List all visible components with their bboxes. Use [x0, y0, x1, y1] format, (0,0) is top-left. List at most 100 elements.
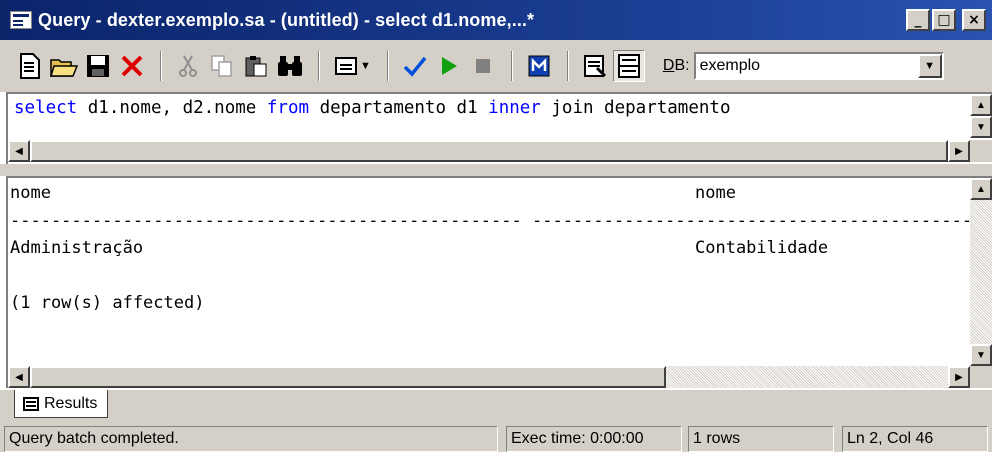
separator: ----------------------------------------… [531, 210, 992, 231]
toolbar-separator [318, 51, 320, 81]
toolbar-separator [386, 51, 389, 81]
results-tab-bar: Results [0, 390, 992, 422]
separator: ----------------------------------------… [10, 210, 532, 231]
arrow-right-icon: ▶ [955, 371, 963, 383]
tab-label: Results [44, 394, 98, 412]
toolbar-separator [510, 51, 513, 81]
cut-button[interactable] [172, 50, 204, 82]
find-icon [278, 56, 302, 76]
scroll-left-button[interactable]: ◀ [8, 366, 30, 388]
arrow-up-icon: ▲ [976, 183, 986, 195]
scrollbar-track[interactable] [970, 200, 992, 344]
sql-line: select d1.nome, d2.nome from departament… [14, 98, 731, 118]
editor-vertical-scrollbar[interactable]: ▲ ▼ [970, 94, 992, 138]
status-cursor-position: Ln 2, Col 46 [842, 426, 988, 452]
database-dropdown-button[interactable]: ▼ [917, 54, 942, 78]
maximize-button[interactable]: □ [932, 9, 956, 31]
window-controls: _ □ × [906, 9, 986, 31]
tab-results[interactable]: Results [14, 390, 109, 418]
editor-horizontal-scrollbar[interactable]: ◀ ▶ [8, 140, 970, 162]
scrollbar-thumb[interactable] [30, 140, 948, 162]
close-button[interactable]: × [962, 9, 986, 31]
cut-icon [179, 55, 197, 77]
stop-icon [475, 59, 490, 73]
window-title: Query - dexter.exemplo.sa - (untitled) -… [38, 9, 535, 30]
scrollbar-track[interactable] [666, 366, 948, 388]
scrollbar-corner [970, 366, 992, 388]
delete-button[interactable] [116, 50, 148, 82]
sql-text: d1.nome, d2.nome [77, 98, 267, 118]
cell: Administração [10, 238, 144, 258]
results-horizontal-scrollbar[interactable]: ◀ ▶ [8, 366, 970, 388]
database-label-accelerator: D [662, 57, 675, 74]
copy-icon [211, 55, 232, 77]
rows-affected-text: (1 row(s) affected) [10, 293, 205, 313]
scroll-right-button[interactable]: ▶ [948, 366, 970, 388]
results-pane[interactable]: nome nome --------------------------------… [6, 176, 992, 388]
status-exec-time: Exec time: 0:00:00 [506, 426, 682, 452]
results-mode-button[interactable] [330, 50, 362, 82]
scroll-down-button[interactable]: ▼ [970, 344, 992, 366]
properties-icon [583, 55, 606, 78]
results-pane-toggle[interactable] [612, 50, 645, 82]
title-bar: Query - dexter.exemplo.sa - (untitled) -… [0, 0, 992, 40]
database-select[interactable]: exemplo ▼ [693, 52, 944, 80]
sql-text: departamento d1 [309, 98, 489, 118]
cell: Contabilidade [695, 238, 829, 258]
scroll-up-button[interactable]: ▲ [970, 94, 992, 116]
arrow-left-icon: ◀ [15, 371, 23, 383]
parse-check-icon [403, 56, 427, 77]
find-button[interactable] [274, 50, 306, 82]
results-header-row: nome nome [10, 180, 992, 208]
new-query-button[interactable] [14, 50, 46, 82]
query-window-icon [10, 11, 32, 29]
scroll-down-button[interactable]: ▼ [970, 116, 992, 138]
pane-splitter[interactable] [0, 164, 992, 176]
open-folder-icon [50, 59, 78, 77]
toolbar-separator [566, 51, 569, 81]
properties-button[interactable] [579, 50, 611, 82]
results-mode-icon [335, 57, 357, 75]
parse-button[interactable] [399, 50, 431, 82]
delete-icon [121, 55, 143, 77]
status-row-count: 1 rows [688, 426, 834, 452]
minimize-button[interactable]: _ [906, 9, 930, 31]
stop-button[interactable] [467, 50, 499, 82]
scroll-up-button[interactable]: ▲ [970, 178, 992, 200]
sql-text: join departamento [540, 98, 731, 118]
open-button[interactable] [48, 50, 80, 82]
save-button[interactable] [82, 50, 114, 82]
results-grid: nome nome --------------------------------… [10, 180, 992, 318]
copy-button[interactable] [206, 50, 238, 82]
results-grid-icon [23, 396, 39, 411]
execute-button[interactable] [433, 50, 465, 82]
database-select-value: exemplo [699, 57, 761, 74]
chevron-down-icon[interactable]: ▼ [360, 60, 371, 72]
execute-icon [441, 57, 457, 75]
object-browser-button[interactable] [523, 50, 555, 82]
chevron-down-icon: ▼ [924, 60, 936, 72]
sql-keyword: select [14, 98, 78, 118]
save-icon [87, 55, 109, 77]
sql-keyword: inner [488, 98, 541, 118]
scroll-right-button[interactable]: ▶ [948, 140, 970, 162]
scrollbar-thumb[interactable] [30, 366, 666, 388]
arrow-left-icon: ◀ [15, 145, 23, 157]
database-label: DB: [663, 57, 690, 75]
table-row: Administração Contabilidade [10, 235, 992, 263]
sql-editor[interactable]: select d1.nome, d2.nome from departament… [6, 92, 992, 164]
sql-keyword: from [266, 98, 310, 118]
arrow-up-icon: ▲ [976, 99, 986, 111]
column-header: nome [10, 183, 51, 203]
paste-icon [245, 56, 267, 77]
results-separator-row: ----------------------------------------… [10, 208, 992, 236]
scrollbar-corner [970, 140, 992, 162]
toolbar: ▼ DB: exemplo ▼ [0, 40, 992, 92]
paste-button[interactable] [240, 50, 272, 82]
results-vertical-scrollbar[interactable]: ▲ ▼ [970, 178, 992, 366]
toolbar-separator [160, 51, 162, 81]
results-pane-icon [617, 54, 640, 78]
scroll-left-button[interactable]: ◀ [8, 140, 30, 162]
object-browser-icon [528, 55, 550, 77]
arrow-down-icon: ▼ [976, 121, 986, 133]
